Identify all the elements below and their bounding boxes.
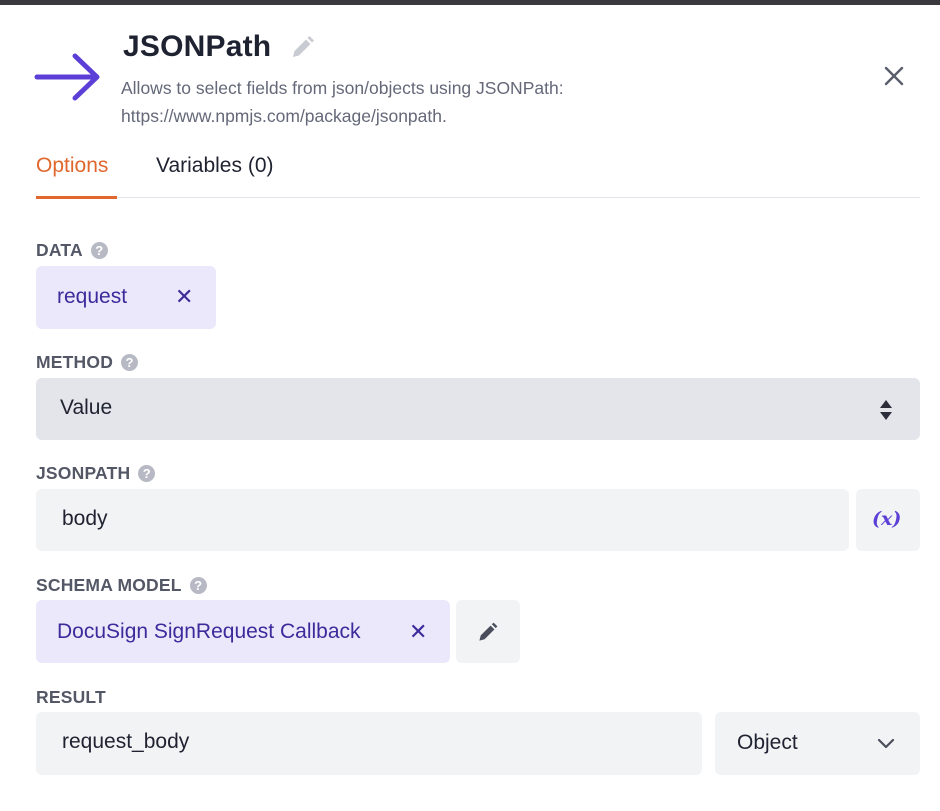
active-tab-indicator bbox=[36, 196, 117, 199]
tab-options-label: Options bbox=[36, 154, 109, 177]
jsonpath-field-label: JSONPATH? bbox=[36, 463, 156, 484]
jsonpath-input[interactable]: body bbox=[36, 489, 849, 551]
chevron-down-icon bbox=[877, 737, 895, 755]
edit-schema-button[interactable] bbox=[456, 600, 520, 663]
method-select-value: Value bbox=[60, 396, 113, 419]
help-icon[interactable]: ? bbox=[189, 577, 207, 594]
page-description: Allows to select fields from json/object… bbox=[121, 78, 564, 126]
help-icon[interactable]: ? bbox=[121, 354, 139, 371]
pencil-icon[interactable] bbox=[288, 34, 316, 62]
insert-variable-button[interactable]: (x) bbox=[856, 489, 920, 551]
jsonpath-label-text: JSONPATH bbox=[36, 463, 131, 483]
method-select[interactable]: Value bbox=[36, 378, 920, 440]
data-chip-label: request bbox=[57, 285, 128, 308]
result-label-text: RESULT bbox=[36, 687, 106, 707]
close-icon[interactable] bbox=[880, 62, 908, 90]
result-type-value: Object bbox=[737, 731, 798, 754]
method-field-label: METHOD? bbox=[36, 352, 139, 373]
remove-icon[interactable]: ✕ bbox=[409, 619, 427, 645]
sort-arrows-icon bbox=[879, 399, 893, 426]
result-input[interactable]: request_body bbox=[36, 712, 702, 775]
window-top-border bbox=[0, 0, 940, 5]
page-title: JSONPath bbox=[123, 30, 272, 63]
method-label-text: METHOD bbox=[36, 352, 114, 372]
arrow-right-icon bbox=[34, 52, 104, 102]
pencil-icon bbox=[476, 620, 500, 649]
result-type-select[interactable]: Object bbox=[715, 712, 920, 775]
schema-model-chip[interactable]: DocuSign SignRequest Callback ✕ bbox=[36, 600, 450, 663]
data-label-text: DATA bbox=[36, 240, 83, 260]
schema-model-label-text: SCHEMA MODEL bbox=[36, 575, 182, 595]
variable-icon: (x) bbox=[872, 508, 902, 530]
result-field-label: RESULT bbox=[36, 687, 106, 708]
data-chip[interactable]: request ✕ bbox=[36, 266, 216, 329]
tab-bar: Options Variables (0) bbox=[36, 150, 920, 199]
help-icon[interactable]: ? bbox=[138, 465, 156, 482]
data-field-label: DATA? bbox=[36, 240, 108, 261]
jsonpath-input-value: body bbox=[62, 507, 108, 530]
schema-model-field-label: SCHEMA MODEL? bbox=[36, 575, 207, 596]
tab-variables-label: Variables (0) bbox=[156, 154, 274, 177]
result-input-value: request_body bbox=[62, 730, 190, 753]
tab-options[interactable]: Options bbox=[36, 154, 108, 178]
tab-variables[interactable]: Variables (0) bbox=[156, 154, 274, 178]
help-icon[interactable]: ? bbox=[90, 242, 108, 259]
remove-icon[interactable]: ✕ bbox=[175, 284, 193, 310]
schema-model-chip-label: DocuSign SignRequest Callback bbox=[57, 620, 361, 643]
